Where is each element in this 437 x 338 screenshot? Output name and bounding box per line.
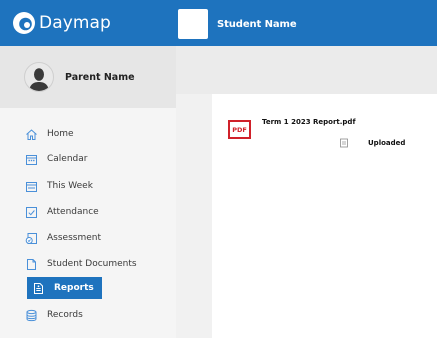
document-icon — [25, 258, 38, 271]
sidebar-item-calendar[interactable]: Calendar — [25, 148, 87, 170]
avatar — [24, 62, 54, 92]
records-icon — [25, 309, 38, 322]
content-header — [176, 46, 437, 94]
student-selector[interactable]: Student Name — [178, 9, 297, 39]
brand-name: Daymap — [39, 13, 111, 33]
pdf-file-icon[interactable]: PDF — [228, 120, 251, 139]
report-file-link[interactable]: Term 1 2023 Report.pdf — [262, 118, 356, 126]
report-icon — [32, 282, 45, 295]
calendar-icon — [25, 153, 38, 166]
sidebar-item-this-week[interactable]: This Week — [25, 175, 93, 197]
student-name: Student Name — [217, 18, 297, 30]
sidebar-item-label: Student Documents — [47, 259, 137, 269]
sidebar-item-label: Home — [47, 129, 74, 139]
brand-logo-link[interactable]: Daymap — [12, 0, 176, 46]
daymap-app: Daymap Student Name Parent Name Home Cal… — [0, 0, 437, 338]
sidebar-item-attendance[interactable]: Attendance — [25, 201, 99, 223]
sidebar-item-home[interactable]: Home — [25, 123, 74, 145]
this-week-icon — [25, 180, 38, 193]
parent-name: Parent Name — [65, 71, 135, 83]
assessment-icon — [25, 232, 38, 245]
sidebar-item-label: Assessment — [47, 233, 101, 243]
parent-profile[interactable]: Parent Name — [0, 46, 176, 108]
top-bar: Daymap Student Name — [0, 0, 437, 46]
sidebar-item-records[interactable]: Records — [25, 304, 83, 326]
attendance-icon — [25, 206, 38, 219]
sidebar-item-label: This Week — [47, 181, 93, 191]
student-avatar — [178, 9, 208, 39]
person-silhouette-icon — [29, 68, 49, 91]
sidebar-item-student-documents[interactable]: Student Documents — [25, 253, 137, 275]
sidebar-item-label: Reports — [54, 283, 94, 293]
sidebar: Parent Name Home Calendar This Week Atte… — [0, 46, 176, 338]
file-status-icon — [340, 138, 348, 148]
upload-status: Uploaded — [368, 139, 406, 147]
daymap-logo-icon — [13, 12, 35, 34]
sidebar-item-label: Records — [47, 310, 83, 320]
sidebar-item-assessment[interactable]: Assessment — [25, 227, 101, 249]
sidebar-item-label: Calendar — [47, 154, 88, 164]
sidebar-item-label: Attendance — [47, 207, 99, 217]
sidebar-item-reports[interactable]: Reports — [27, 277, 102, 299]
home-icon — [25, 128, 38, 141]
